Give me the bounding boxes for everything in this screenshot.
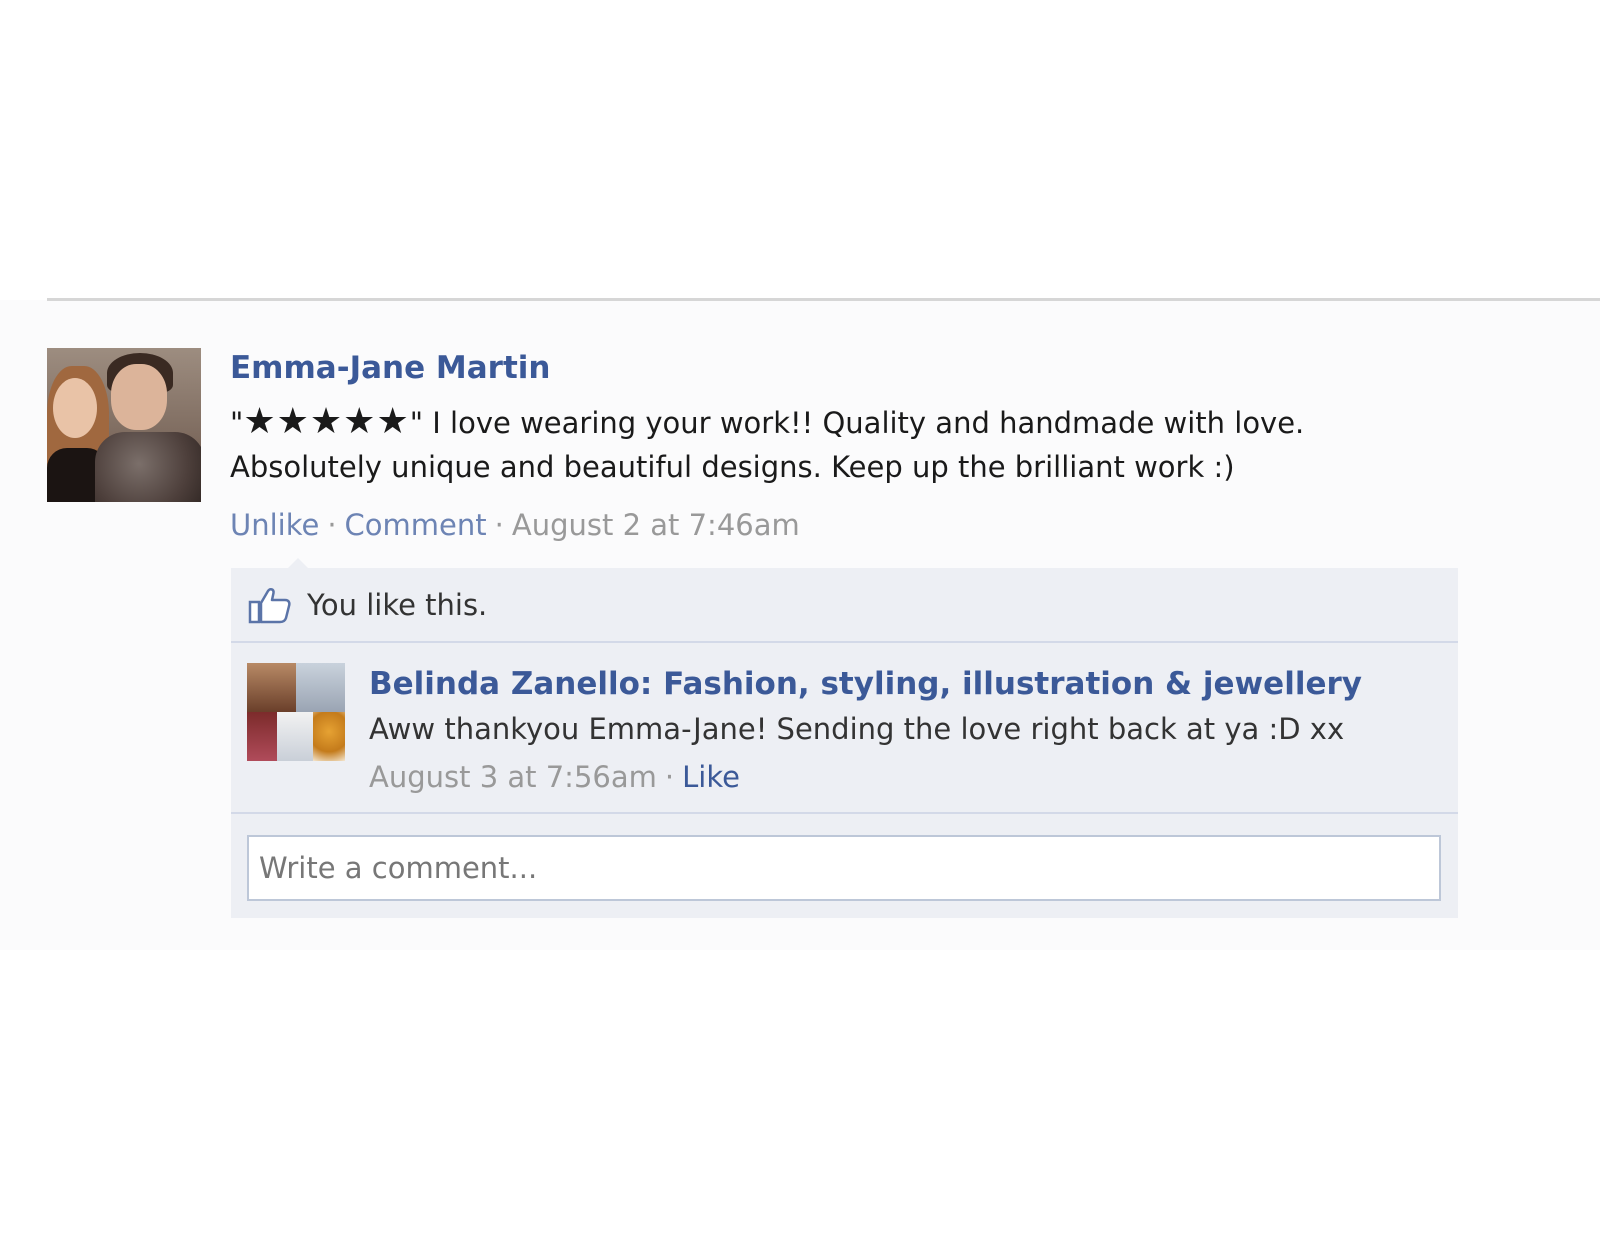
like-summary-row: You like this.	[231, 568, 1458, 643]
page: Emma-Jane Martin "★★★★★" I love wearing …	[0, 0, 1600, 1236]
author-avatar[interactable]	[47, 348, 201, 502]
post-text-line2: Absolutely unique and beautiful designs.…	[230, 450, 1235, 484]
post-author-name[interactable]: Emma-Jane Martin	[230, 350, 550, 386]
comment-author-avatar[interactable]	[247, 663, 345, 761]
comment-like-link[interactable]: Like	[682, 760, 740, 794]
comment-link[interactable]: Comment	[345, 508, 487, 542]
comment-text: Aww thankyou Emma-Jane! Sending the love…	[369, 712, 1345, 746]
comment-author-name[interactable]: Belinda Zanello: Fashion, styling, illus…	[369, 666, 1362, 702]
write-comment-input[interactable]	[247, 835, 1441, 901]
comment-input-row	[231, 816, 1458, 918]
like-summary-text: You like this.	[307, 588, 488, 622]
quote-open: "	[230, 406, 244, 440]
divider	[47, 298, 1600, 301]
separator: ·	[494, 508, 504, 542]
quote-close: "	[409, 406, 424, 440]
rating-stars: ★★★★★	[243, 401, 410, 442]
feedback-box: You like this. Belinda Zanello: Fashion,…	[231, 568, 1458, 918]
post-text-line1: I love wearing your work!! Quality and h…	[423, 406, 1305, 440]
unlike-link[interactable]: Unlike	[230, 508, 319, 542]
thumbs-up-icon	[248, 588, 291, 624]
comment-item: Belinda Zanello: Fashion, styling, illus…	[231, 644, 1458, 814]
comment-meta: August 3 at 7:56am · Like	[369, 760, 740, 794]
comment-timestamp[interactable]: August 3 at 7:56am	[369, 760, 657, 794]
separator: ·	[664, 760, 675, 794]
separator: ·	[327, 508, 337, 542]
post-timestamp[interactable]: August 2 at 7:46am	[512, 508, 800, 542]
post-body: "★★★★★" I love wearing your work!! Quali…	[230, 400, 1430, 489]
ufi-caret	[288, 558, 308, 568]
post-actions: Unlike · Comment · August 2 at 7:46am	[230, 508, 800, 542]
